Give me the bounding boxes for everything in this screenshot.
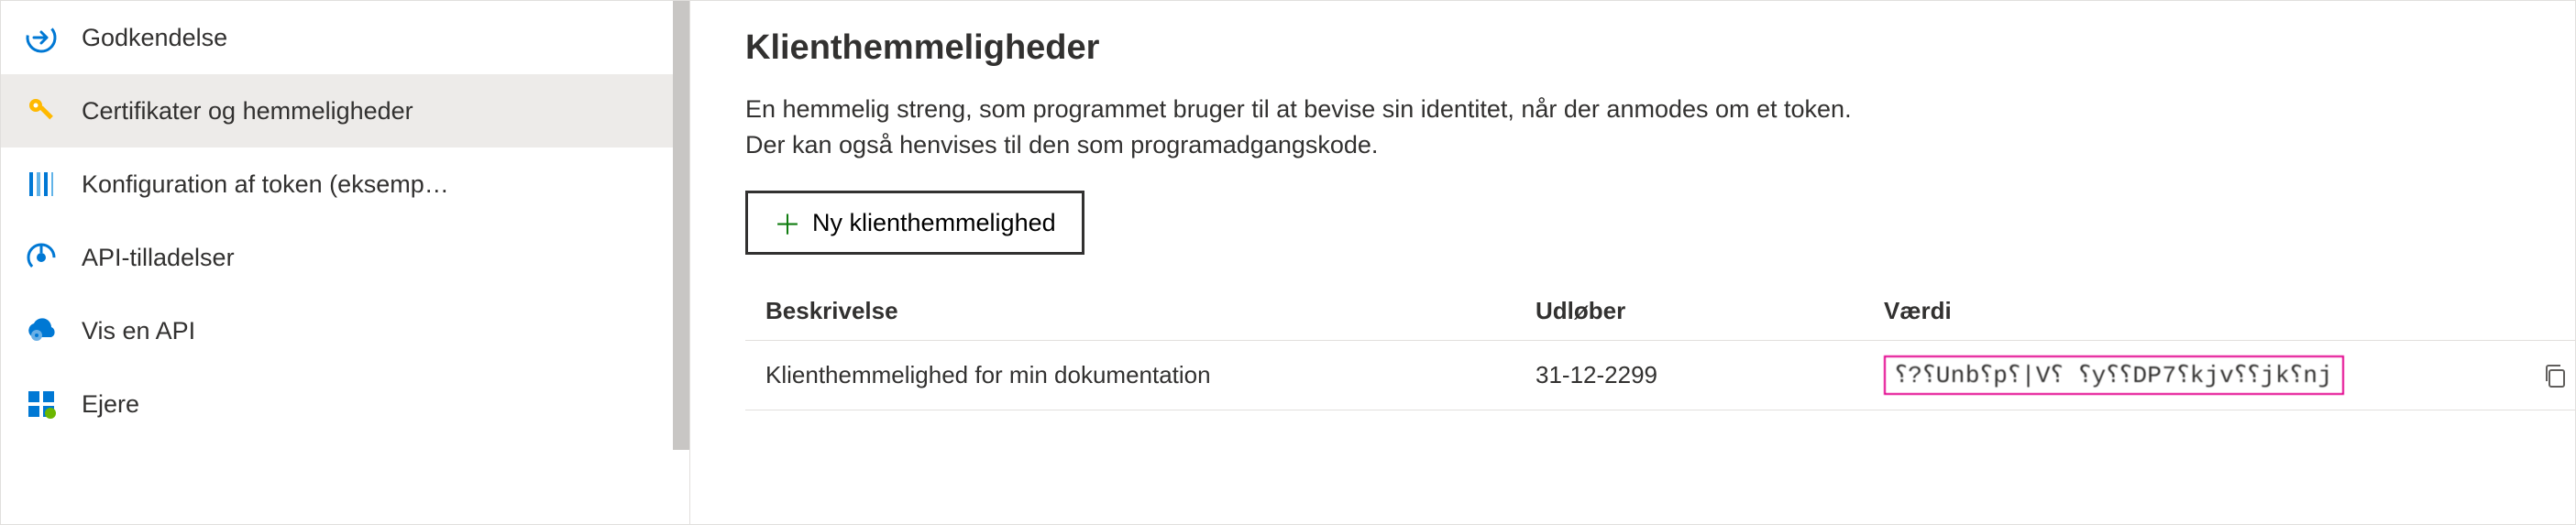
- main-content: Klienthemmeligheder En hemmelig streng, …: [690, 1, 2576, 524]
- sidebar-item-api-permissions[interactable]: API-tilladelser: [1, 221, 689, 294]
- section-title: Klienthemmeligheder: [745, 28, 2576, 68]
- cloud-gear-icon: [23, 312, 60, 349]
- sidebar: Godkendelse Certifikater og hemmelighede…: [1, 1, 690, 524]
- section-description: En hemmelig streng, som programmet bruge…: [745, 92, 2576, 163]
- column-header-value: Værdi: [1884, 297, 2516, 325]
- sidebar-scrollbar[interactable]: [673, 1, 689, 450]
- secret-expires: 31-12-2299: [1536, 361, 1884, 389]
- sidebar-item-label: API-tilladelser: [82, 244, 235, 272]
- secret-value: ⸮?⸮Unb⸮p⸮|V⸮ ⸮y⸮⸮DP7⸮kjv⸮⸮jk⸮nj: [1884, 355, 2344, 395]
- sidebar-item-expose-api[interactable]: Vis en API: [1, 294, 689, 367]
- new-client-secret-button[interactable]: ＋ Ny klienthemmelighed: [745, 191, 1084, 255]
- column-header-expires: Udløber: [1536, 297, 1884, 325]
- column-header-description: Beskrivelse: [765, 297, 1536, 325]
- copy-icon: [2541, 362, 2569, 389]
- sidebar-item-authentication[interactable]: Godkendelse: [1, 1, 689, 74]
- api-permissions-icon: [23, 239, 60, 276]
- section-description-line2: Der kan også henvises til den som progra…: [745, 131, 1378, 159]
- secret-description: Klienthemmelighed for min dokumentation: [765, 361, 1536, 389]
- table-header-row: Beskrivelse Udløber Værdi: [745, 282, 2576, 341]
- key-icon: [23, 93, 60, 129]
- copy-secret-button[interactable]: [2538, 359, 2571, 392]
- sidebar-item-label: Godkendelse: [82, 24, 227, 52]
- new-client-secret-label: Ny klienthemmelighed: [812, 209, 1056, 237]
- sidebar-item-certificates-secrets[interactable]: Certifikater og hemmeligheder: [1, 74, 689, 148]
- secrets-table: Beskrivelse Udløber Værdi Klienthemmelig…: [745, 282, 2576, 410]
- sidebar-item-label: Konfiguration af token (eksemp…: [82, 170, 449, 199]
- plus-icon: ＋: [774, 202, 801, 243]
- section-description-line1: En hemmelig streng, som programmet bruge…: [745, 95, 1852, 123]
- token-config-icon: [23, 166, 60, 202]
- owners-grid-icon: [23, 386, 60, 422]
- table-row: Klienthemmelighed for min dokumentation …: [745, 341, 2576, 410]
- sidebar-item-token-configuration[interactable]: Konfiguration af token (eksemp…: [1, 148, 689, 221]
- sidebar-item-label: Ejere: [82, 390, 139, 419]
- sidebar-item-label: Vis en API: [82, 317, 195, 345]
- sidebar-item-label: Certifikater og hemmeligheder: [82, 97, 413, 126]
- sidebar-item-owners[interactable]: Ejere: [1, 367, 689, 441]
- arrow-right-circle-icon: [23, 19, 60, 56]
